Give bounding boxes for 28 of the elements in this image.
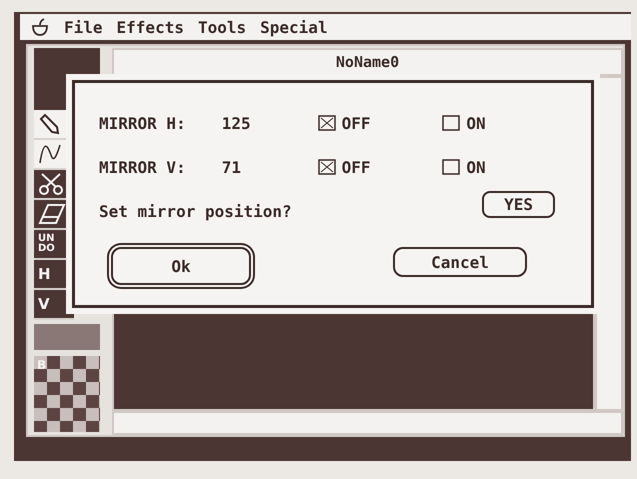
scissors-icon <box>38 172 64 196</box>
pencil-icon <box>38 113 60 135</box>
tool-label: UN DO <box>38 234 55 254</box>
menu-item[interactable]: Effects <box>116 18 184 36</box>
question-text: Set mirror position? <box>99 202 292 220</box>
mirror-value: 125 <box>222 114 252 132</box>
checkbox[interactable] <box>442 115 460 131</box>
radio-option[interactable]: OFF <box>318 114 442 132</box>
mirror-label: MIRROR H: <box>99 114 187 132</box>
checkbox[interactable] <box>442 159 460 175</box>
pattern-swatch[interactable] <box>34 324 100 350</box>
yes-button[interactable]: YES <box>482 190 555 218</box>
tool-label: H <box>38 266 51 282</box>
radio-option[interactable]: ON <box>442 158 567 176</box>
menu-item[interactable]: Special <box>260 18 328 36</box>
horizontal-scrollbar[interactable] <box>112 411 623 435</box>
mirror-label: MIRROR V: <box>99 158 187 176</box>
mirror-value: 71 <box>222 158 242 176</box>
checkbox[interactable] <box>318 115 336 131</box>
radio-option[interactable]: ON <box>442 114 567 132</box>
menu-item[interactable]: File <box>64 18 103 36</box>
radio-option[interactable]: OFF <box>318 158 442 176</box>
dialog-button[interactable]: Cancel <box>393 247 527 277</box>
curve-icon <box>38 143 62 165</box>
checkbox[interactable] <box>318 159 336 175</box>
menu-item[interactable]: Tools <box>198 18 246 36</box>
tool-label: V <box>38 296 50 312</box>
window-title: NoName0 <box>112 48 623 76</box>
